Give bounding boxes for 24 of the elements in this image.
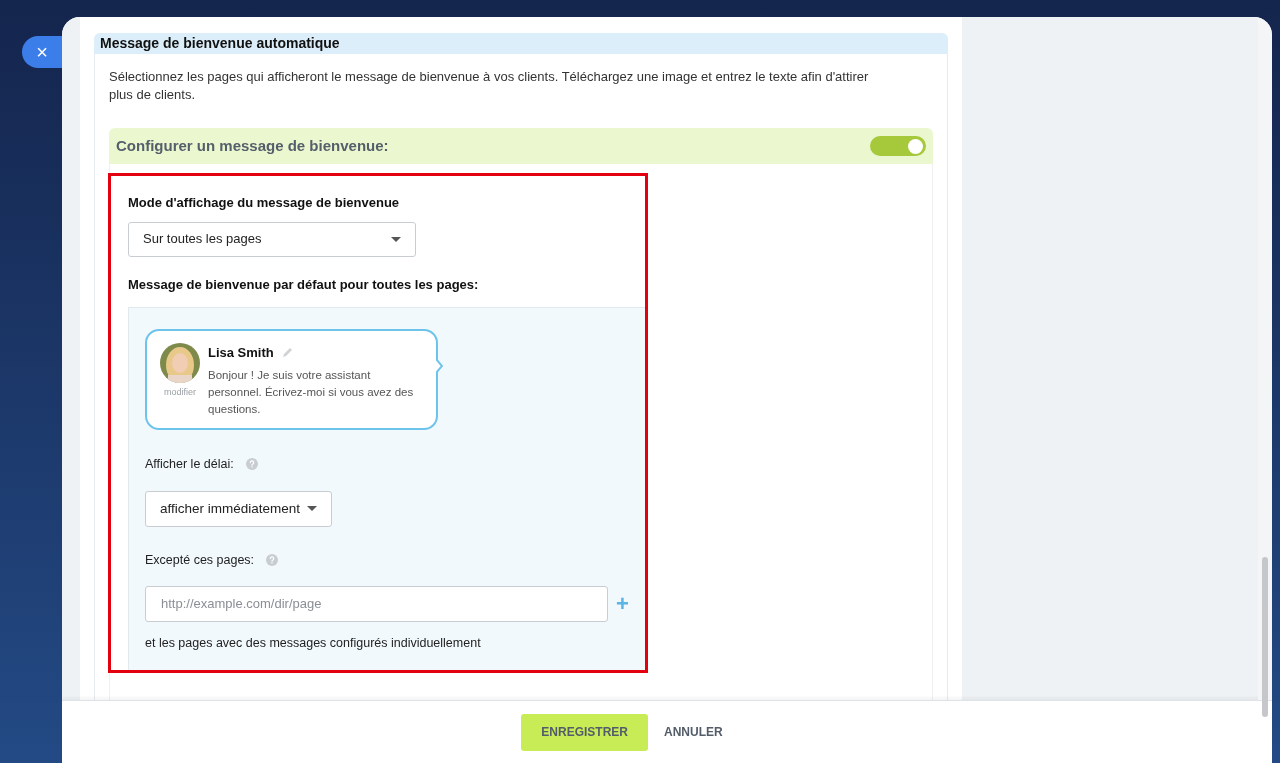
scrollbar-thumb[interactable] <box>1262 557 1268 717</box>
exceptions-note: et les pages avec des messages configurés individuellement <box>145 634 482 652</box>
url-input[interactable]: http://example.com/dir/page <box>145 585 608 622</box>
description-text: Sélectionnez les pages qui afficheront le message de bienvenue à vos clients. Téléchargez une image et entrez le texte afin d'attirer plus de clients. <box>109 68 870 104</box>
section-title: Message de bienvenue automatique <box>100 34 340 53</box>
exceptions-label: Excepté ces pages: <box>145 551 255 569</box>
welcome-message: Bonjour ! Je suis votre assistant personnel. Écrivez-moi si vous avez des questions. <box>208 367 415 417</box>
default-message-label: Message de bienvenue par défaut pour toutes les pages: <box>128 275 480 294</box>
caret-icon <box>307 506 317 512</box>
avatar-edit-link[interactable]: modifier <box>164 386 196 400</box>
mode-select[interactable]: Sur toutes les pages <box>128 221 416 257</box>
pencil-icon[interactable] <box>281 347 293 359</box>
delay-label: Afficher le délai: <box>145 456 234 473</box>
mode-label: Mode d'affichage du message de bienvenue <box>128 194 401 212</box>
config-label: Configurer un message de bienvenue: <box>116 135 389 156</box>
caret-icon <box>391 236 401 242</box>
help-icon[interactable] <box>245 458 258 471</box>
toggle-switch[interactable] <box>870 136 926 156</box>
cancel-button[interactable]: ANNULER <box>664 713 723 751</box>
agent-name: Lisa Smith <box>208 344 274 362</box>
close-button[interactable]: × <box>22 36 62 68</box>
help-icon[interactable] <box>266 554 279 567</box>
delay-select[interactable]: afficher immédiatement <box>145 490 332 527</box>
save-button[interactable]: ENREGISTRER <box>521 713 648 751</box>
